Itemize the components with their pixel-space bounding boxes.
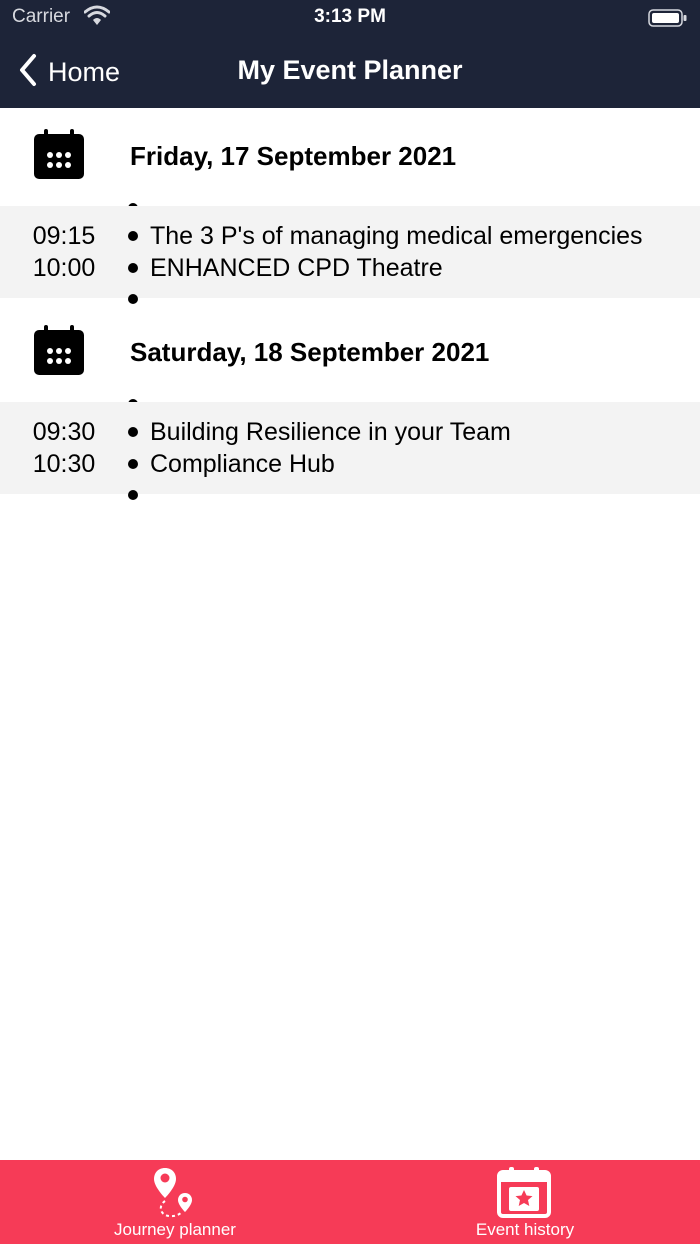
calendar-star-icon — [497, 1166, 551, 1223]
tab-label: Event history — [475, 1220, 575, 1239]
event-start-time: 09:30 — [32, 418, 96, 446]
event-title: Building Resilience in your Team — [150, 418, 511, 446]
event-location: Compliance Hub — [150, 450, 335, 478]
day-date: Friday, 17 September 2021 — [130, 141, 457, 171]
timeline-dot — [128, 231, 138, 241]
status-time: 3:13 PM — [314, 6, 386, 27]
day-section: Friday, 17 September 2021 09:15 10:00 Th… — [0, 108, 700, 304]
navigation-header: Carrier 3:13 PM Home My Event Planner — [0, 0, 700, 108]
event-end-time: 10:30 — [32, 450, 96, 478]
event-start-time: 09:15 — [32, 222, 96, 250]
day-header: Saturday, 18 September 2021 — [0, 304, 700, 409]
day-section: Saturday, 18 September 2021 09:30 10:30 … — [0, 304, 700, 500]
timeline-dot — [128, 427, 138, 437]
timeline-dot — [128, 490, 138, 500]
timeline-dot — [128, 459, 138, 469]
event-title: The 3 P's of managing medical emergencie… — [150, 222, 643, 250]
event-end-time: 10:00 — [32, 254, 96, 282]
calendar-icon — [33, 128, 85, 185]
day-header: Friday, 17 September 2021 — [0, 108, 700, 213]
calendar-icon — [33, 324, 85, 381]
back-button[interactable]: Home — [18, 52, 120, 92]
timeline-dot — [128, 263, 138, 273]
event-location: ENHANCED CPD Theatre — [150, 254, 443, 282]
tab-journey-planner[interactable]: Journey planner — [0, 1160, 350, 1244]
tab-label: Journey planner — [114, 1220, 236, 1239]
back-label: Home — [48, 56, 121, 87]
day-date: Saturday, 18 September 2021 — [130, 337, 490, 367]
chevron-left-icon — [18, 53, 38, 92]
event-row[interactable]: 09:30 10:30 Building Resilience in your … — [0, 402, 700, 494]
tab-bar: Journey planner Event history — [0, 1160, 700, 1244]
timeline-dot — [128, 294, 138, 304]
event-row[interactable]: 09:15 10:00 The 3 P's of managing medica… — [0, 206, 700, 298]
map-pin-route-icon — [152, 1166, 196, 1223]
tab-event-history[interactable]: Event history — [350, 1160, 700, 1244]
battery-icon — [648, 8, 688, 33]
